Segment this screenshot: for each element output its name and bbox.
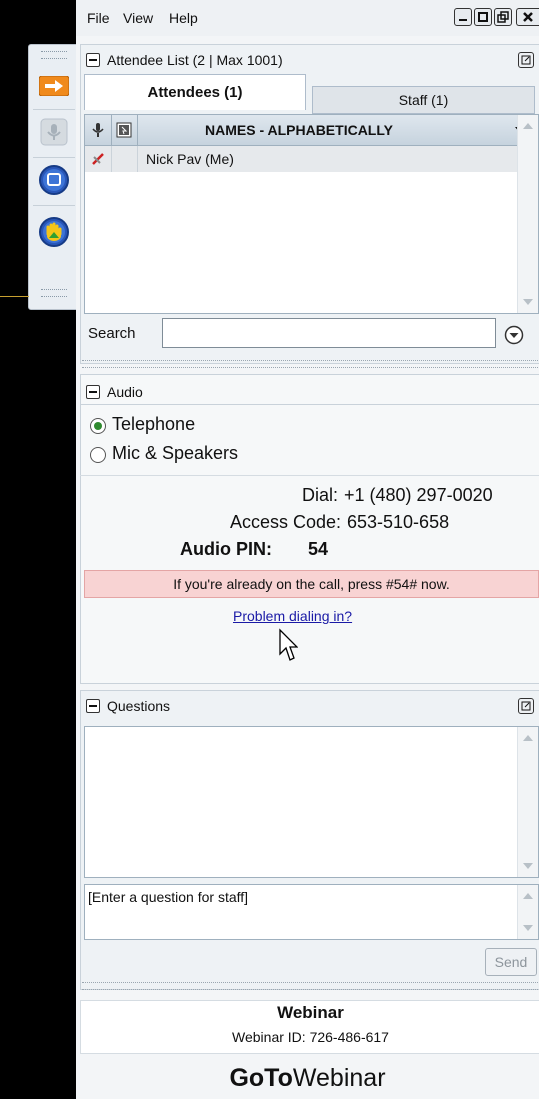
audio-pin-label: Audio PIN: <box>180 539 272 559</box>
raise-hand-button[interactable] <box>37 215 71 249</box>
mic-column-header[interactable] <box>85 115 112 145</box>
panel-divider <box>82 360 538 368</box>
logo-bold: GoTo <box>229 1064 293 1092</box>
minimize-icon <box>459 19 467 21</box>
mic-speakers-radio[interactable] <box>90 447 106 463</box>
questions-panel-title: Questions <box>107 698 171 714</box>
attendee-popout-button[interactable] <box>518 52 534 68</box>
access-code-value: 653-510-658 <box>347 512 450 532</box>
restore-icon <box>497 11 509 23</box>
gotowebinar-logo: GoToWebinar <box>76 1058 539 1099</box>
close-button[interactable] <box>516 8 539 26</box>
attendee-collapse-button[interactable] <box>86 53 100 67</box>
audio-pin-notice: If you're already on the call, press #54… <box>84 570 539 598</box>
questions-panel-header: Questions <box>86 694 538 720</box>
screen-icon <box>39 165 69 195</box>
logo-light: Webinar <box>292 1064 386 1092</box>
microphone-button[interactable] <box>37 115 71 149</box>
audio-panel-header: Audio <box>86 380 538 406</box>
raise-hand-icon <box>39 217 69 247</box>
menu-file[interactable]: File <box>87 10 110 26</box>
questions-log-scrollbar[interactable] <box>517 727 538 877</box>
attendee-list: NAMES - ALPHABETICALLY Nick Pav (Me) <box>84 114 539 314</box>
questions-collapse-button[interactable] <box>86 699 100 713</box>
muted-mic-icon <box>92 153 104 165</box>
floating-toolbar <box>28 44 80 310</box>
questions-log <box>84 726 539 878</box>
microphone-icon <box>40 118 68 146</box>
toolbar-connector-line <box>0 296 29 297</box>
question-input[interactable]: [Enter a question for staff] <box>88 889 248 905</box>
microphone-icon <box>92 123 104 137</box>
popout-icon <box>521 55 531 65</box>
webinar-info: Webinar Webinar ID: 726-486-617 <box>80 1000 539 1054</box>
mic-speakers-label[interactable]: Mic & Speakers <box>112 443 238 464</box>
search-label: Search <box>88 325 136 342</box>
webinar-title: Webinar <box>277 1003 344 1022</box>
restore-button[interactable] <box>494 8 512 26</box>
mouse-cursor-icon <box>279 628 298 661</box>
tab-attendees[interactable]: Attendees (1) <box>84 74 306 110</box>
problem-dialing-link[interactable]: Problem dialing in? <box>233 608 352 624</box>
questions-popout-button[interactable] <box>518 698 534 714</box>
tab-staff[interactable]: Staff (1) <box>312 86 535 114</box>
search-input[interactable] <box>162 318 496 348</box>
access-code-label: Access Code: <box>229 512 341 532</box>
panel-divider <box>82 982 538 990</box>
attendee-panel-title: Attendee List (2 | Max 1001) <box>107 52 283 68</box>
menu-help[interactable]: Help <box>169 10 198 26</box>
attendee-list-scrollbar[interactable] <box>517 115 538 313</box>
attendee-list-header: NAMES - ALPHABETICALLY <box>85 115 538 146</box>
search-options-icon[interactable] <box>504 325 524 345</box>
menu-view[interactable]: View <box>123 10 153 26</box>
viewer-icon <box>116 122 132 138</box>
attendee-panel-header: Attendee List (2 | Max 1001) <box>86 48 538 74</box>
dial-label: Dial: <box>301 485 338 505</box>
table-row[interactable]: Nick Pav (Me) <box>85 146 518 172</box>
webinar-id: Webinar ID: 726-486-617 <box>232 1029 389 1045</box>
gotowebinar-control-panel: File View Help Attendee List (2 | Max 10… <box>76 0 539 1099</box>
attendee-name: Nick Pav (Me) <box>146 151 234 167</box>
popout-icon <box>521 701 531 711</box>
audio-collapse-button[interactable] <box>86 385 100 399</box>
telephone-radio[interactable] <box>90 418 106 434</box>
question-input-box[interactable]: [Enter a question for staff] <box>84 884 539 940</box>
audio-panel-title: Audio <box>107 384 143 400</box>
telephone-label[interactable]: Telephone <box>112 414 195 435</box>
screen-column-header[interactable] <box>111 115 138 145</box>
dial-number: +1 (480) 297-0020 <box>344 485 493 505</box>
question-input-scrollbar[interactable] <box>517 885 538 939</box>
toolbar-grip-bottom[interactable] <box>41 289 67 297</box>
minimize-button[interactable] <box>454 8 472 26</box>
toggle-panel-button[interactable] <box>37 69 71 103</box>
send-button[interactable]: Send <box>485 948 537 976</box>
arrow-right-icon <box>39 76 69 96</box>
screen-view-button[interactable] <box>37 163 71 197</box>
maximize-icon <box>478 12 488 22</box>
sort-column-header[interactable]: NAMES - ALPHABETICALLY <box>205 122 393 138</box>
audio-pin-value: 54 <box>308 539 329 559</box>
toolbar-grip-top[interactable] <box>41 51 67 59</box>
close-icon <box>523 12 533 22</box>
maximize-button[interactable] <box>474 8 492 26</box>
menu-bar: File View Help <box>76 0 539 36</box>
